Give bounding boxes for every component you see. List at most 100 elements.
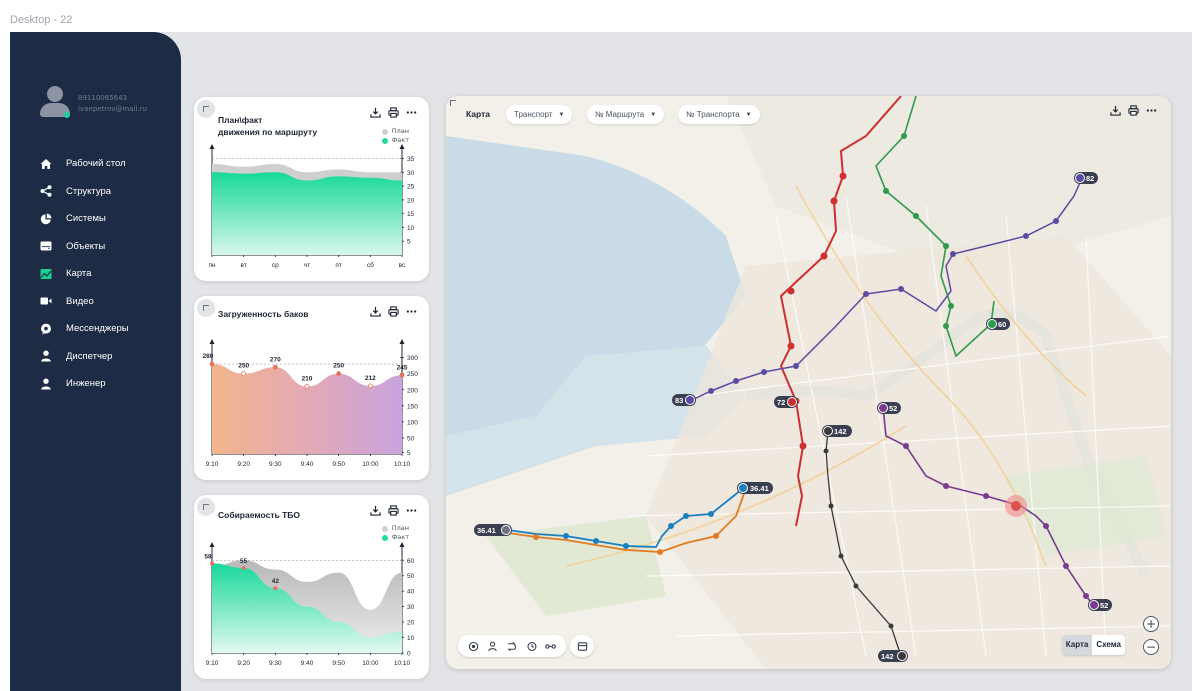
svg-text:52: 52	[1100, 601, 1108, 610]
chat-icon	[41, 323, 51, 335]
history-icon[interactable]	[526, 641, 537, 652]
sidebar-item-engineer[interactable]: Инженер	[40, 370, 180, 398]
x-tick-label: ср	[272, 262, 279, 269]
sidebar-item-map[interactable]: Карта	[40, 260, 180, 288]
svg-text:52: 52	[889, 404, 897, 413]
x-tick-label: чт	[304, 262, 310, 269]
x-tick-label: 10:00	[362, 660, 379, 667]
tank-load-card: Загруженность баков 5 50 100 150 200 250 300 9:…	[194, 296, 429, 480]
user-icon	[41, 350, 51, 362]
svg-text:36.41: 36.41	[750, 484, 769, 493]
print-icon[interactable]	[1128, 105, 1139, 116]
sidebar-item-dispatcher[interactable]: Диспетчер	[40, 343, 180, 371]
transport-filter[interactable]: Транспорт ▼	[506, 105, 573, 124]
map-canvas[interactable]: 82 60 83 72 52 142 36.41 36.41 142 52	[446, 96, 1171, 669]
drive-icon	[40, 241, 52, 251]
x-tick-label: 10:10	[394, 461, 411, 468]
route-badge: 72	[774, 396, 798, 408]
svg-text:83: 83	[675, 396, 683, 405]
data-label: 280	[203, 353, 214, 360]
layers-button[interactable]	[570, 635, 594, 657]
sidebar-item-systems[interactable]: Системы	[40, 205, 180, 233]
sidebar-item-label: Системы	[66, 213, 106, 225]
sidebar-item-messengers[interactable]: Мессенджеры	[40, 315, 180, 343]
online-status-dot	[64, 112, 70, 118]
route-badge: 36.41	[474, 524, 512, 536]
y-tick-label: 30	[407, 170, 415, 177]
sidebar-item-label: Структура	[66, 185, 112, 197]
route-number-filter[interactable]: № Маршрута ▼	[587, 105, 665, 124]
alert-marker	[1011, 501, 1021, 511]
map-toolbar	[458, 635, 566, 657]
route-badge: 142	[878, 650, 908, 662]
map-icon	[40, 268, 52, 279]
frame-label: Desktop - 22	[10, 14, 73, 26]
sidebar-item-objects[interactable]: Объекты	[40, 233, 180, 261]
x-tick-label: 9:10	[206, 660, 219, 667]
sidebar-item-video[interactable]: Видео	[40, 288, 180, 316]
filter-label: Транспорт	[514, 110, 553, 119]
sidebar-item-label: Видео	[66, 295, 94, 307]
data-point	[272, 364, 278, 370]
svg-text:60: 60	[998, 320, 1006, 329]
x-tick-label: вс	[399, 262, 406, 269]
route-badge: 60	[986, 318, 1010, 330]
route-swap-icon[interactable]	[506, 641, 517, 652]
person-pin-icon[interactable]	[487, 641, 498, 652]
data-label: 245	[397, 364, 408, 371]
data-point	[304, 384, 310, 389]
more-icon[interactable]	[1146, 105, 1157, 116]
chevron-down-icon: ▼	[650, 111, 657, 118]
transport-number-filter[interactable]: № Транспорта ▼	[678, 105, 760, 124]
download-icon[interactable]	[1110, 105, 1121, 116]
sidebar-item-structure[interactable]: Структура	[40, 178, 180, 206]
y-tick-label: 5	[407, 239, 411, 246]
share-icon	[40, 185, 52, 198]
chevron-down-icon: ▼	[558, 111, 565, 118]
axis-arrow	[209, 144, 215, 149]
avatar	[38, 86, 72, 120]
sidebar-item-label: Рабочий стол	[66, 158, 126, 170]
view-scheme-option[interactable]: Схема	[1092, 635, 1125, 655]
x-tick-label: 9:10	[206, 461, 219, 468]
user-profile[interactable]: 89110065643 ivanpetrov@mail.ru	[38, 86, 168, 122]
y-tick-label: 50	[407, 435, 415, 442]
y-tick-label: 150	[407, 403, 418, 410]
x-tick-label: 10:00	[362, 461, 379, 468]
svg-text:82: 82	[1086, 174, 1094, 183]
user-phone: 89110065643	[78, 94, 127, 102]
y-tick-label: 35	[407, 156, 415, 163]
data-point	[209, 361, 215, 367]
zoom-out-button[interactable]: −	[1143, 639, 1159, 655]
sidebar-item-label: Карта	[66, 268, 92, 280]
data-label: 58	[204, 553, 212, 560]
video-icon	[40, 297, 52, 305]
svg-text:72: 72	[777, 398, 785, 407]
data-point	[336, 371, 342, 377]
route-badge: 82	[1074, 172, 1098, 184]
target-icon[interactable]	[468, 641, 479, 652]
dumpster-icon	[577, 641, 587, 651]
y-tick-label: 100	[407, 419, 418, 426]
sidebar-item-desktop[interactable]: Рабочий стол	[40, 150, 180, 178]
waste-collection-chart: 0 10 20 30 40 50 60 9:10 9:20 9:30 9:40 9:50 10:00 10…	[204, 542, 415, 667]
data-label: 250	[333, 363, 344, 370]
link-route-icon[interactable]	[544, 641, 556, 652]
axis-arrow	[209, 542, 215, 547]
route-badge: 52	[1088, 599, 1112, 611]
x-tick-label: 10:10	[394, 660, 411, 667]
map-card: 82 60 83 72 52 142 36.41 36.41 142 52 Ка…	[446, 96, 1171, 669]
data-label: 210	[302, 376, 313, 383]
data-point	[210, 561, 214, 566]
y-tick-label: 60	[407, 558, 415, 565]
axis-arrow	[399, 144, 405, 149]
view-map-option[interactable]: Карта	[1061, 635, 1093, 655]
user-icon	[41, 378, 51, 390]
map-title: Карта	[466, 109, 490, 119]
zoom-in-button[interactable]: +	[1143, 616, 1159, 632]
axis-arrow	[209, 339, 215, 344]
route-badge: 83	[672, 394, 696, 406]
x-tick-label: 9:50	[332, 660, 345, 667]
waste-collection-card: Собираемость ТБО План Факт 0 10 20 30 40 50 60…	[194, 495, 429, 679]
home-icon	[40, 158, 52, 169]
